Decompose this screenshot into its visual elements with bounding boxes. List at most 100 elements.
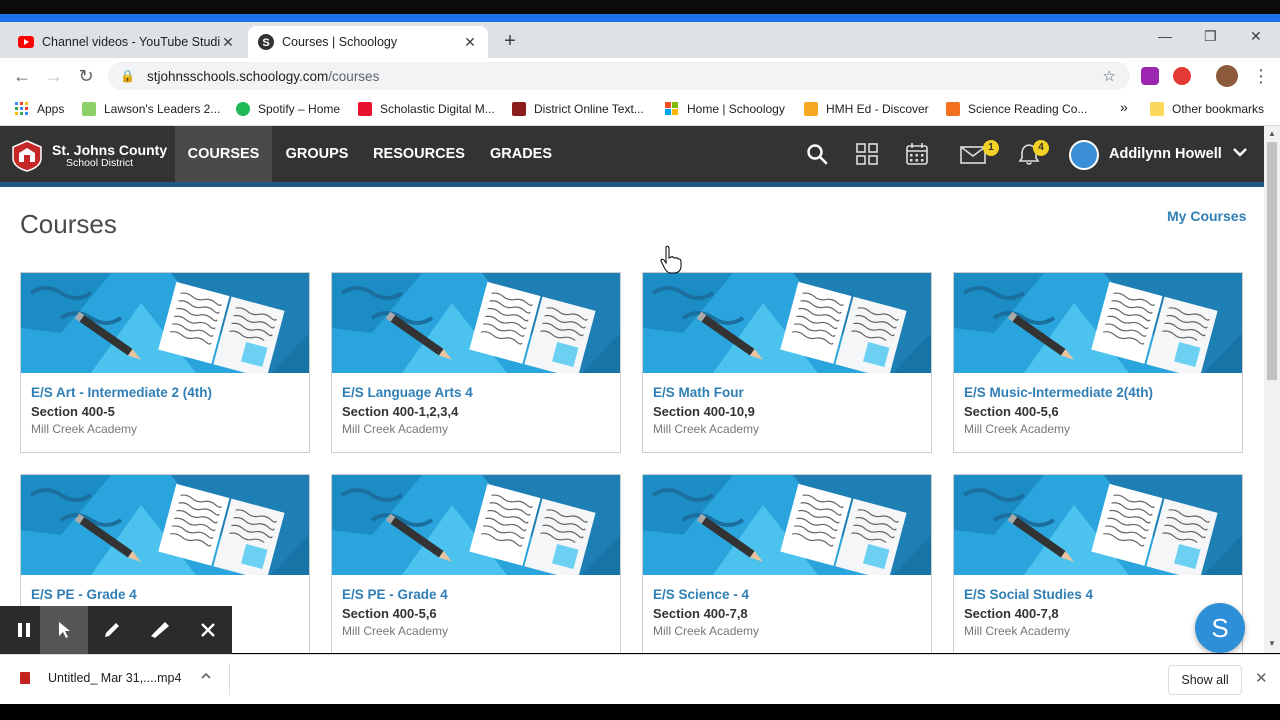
bookmark-label: Home | Schoology — [687, 102, 785, 116]
reload-button[interactable]: ↻ — [75, 65, 97, 87]
course-card-image[interactable] — [643, 475, 931, 575]
bookmark-spotify[interactable]: Spotify – Home — [236, 102, 340, 116]
scrollbar-thumb[interactable] — [1267, 142, 1277, 380]
courses-page: Courses My Courses E/S Art - Intermediat… — [0, 187, 1264, 653]
bookmark-science-reading[interactable]: Science Reading Co... — [946, 102, 1087, 116]
bookmark-apps[interactable]: Apps — [15, 102, 64, 116]
browser-toolbar: ← → ↻ 🔒 stjohnsschools.schoology.com/cou… — [0, 58, 1280, 94]
course-card-image[interactable] — [954, 475, 1242, 575]
bookmarks-overflow-button[interactable]: » — [1120, 99, 1128, 115]
bookmark-district-online[interactable]: District Online Text... — [512, 102, 644, 116]
district-logo[interactable]: St. Johns County School District — [10, 140, 167, 172]
divider — [229, 663, 230, 695]
nav-groups[interactable]: GROUPS — [279, 126, 355, 182]
course-card[interactable]: E/S Language Arts 4 Section 400-1,2,3,4 … — [331, 272, 621, 453]
bookmark-lawsons-leaders[interactable]: Lawson's Leaders 2... — [82, 102, 220, 116]
extension-icon[interactable] — [1173, 67, 1191, 85]
pointer-tool-button[interactable] — [40, 606, 88, 654]
tab-schoology[interactable]: S Courses | Schoology ✕ — [248, 26, 488, 58]
svg-text:S: S — [262, 37, 269, 49]
nav-resources[interactable]: RESOURCES — [367, 126, 471, 182]
top-frame — [0, 0, 1280, 14]
course-section: Section 400-10,9 — [653, 404, 755, 419]
my-courses-link[interactable]: My Courses — [1167, 208, 1246, 224]
downloads-bar: Untitled_ Mar 31,....mp4 Show all ✕ — [0, 654, 1280, 704]
address-bar[interactable]: 🔒 stjohnsschools.schoology.com/courses ☆ — [108, 62, 1130, 90]
district-icon — [512, 102, 526, 116]
youtube-icon — [18, 34, 34, 50]
schoology-icon: S — [258, 34, 274, 50]
search-icon[interactable] — [805, 142, 829, 166]
district-seal-icon — [12, 140, 42, 172]
calendar-icon[interactable] — [905, 142, 929, 166]
highlighter-tool-button[interactable] — [136, 606, 184, 654]
course-name[interactable]: E/S Art - Intermediate 2 (4th) — [31, 385, 212, 400]
minimize-button[interactable]: — — [1158, 28, 1172, 44]
course-card-image[interactable] — [954, 273, 1242, 373]
folder-icon — [1150, 102, 1164, 116]
close-window-button[interactable]: ✕ — [1250, 28, 1262, 45]
course-name[interactable]: E/S Math Four — [653, 385, 744, 400]
course-card[interactable]: E/S Math Four Section 400-10,9 Mill Cree… — [642, 272, 932, 453]
bookmark-star-icon[interactable]: ☆ — [1103, 67, 1116, 85]
extension-icon[interactable] — [1141, 67, 1159, 85]
course-card-image[interactable] — [21, 475, 309, 575]
course-card-image[interactable] — [332, 475, 620, 575]
browser-menu-icon[interactable]: ⋮ — [1250, 65, 1272, 87]
close-tab-icon[interactable]: ✕ — [220, 34, 236, 51]
new-tab-button[interactable]: + — [500, 30, 520, 53]
close-tab-icon[interactable]: ✕ — [462, 34, 478, 51]
chevron-down-icon[interactable] — [1232, 144, 1248, 163]
close-recorder-button[interactable] — [184, 606, 232, 654]
course-name[interactable]: E/S Music-Intermediate 2(4th) — [964, 385, 1153, 400]
tab-title: Courses | Schoology — [282, 35, 398, 49]
course-card-image[interactable] — [643, 273, 931, 373]
bookmark-label: District Online Text... — [534, 102, 644, 116]
scroll-up-arrow[interactable]: ▲ — [1268, 129, 1276, 138]
bookmark-hmh-ed[interactable]: HMH Ed - Discover — [804, 102, 929, 116]
apps-grid-icon — [15, 102, 29, 116]
url-path: /courses — [328, 68, 380, 84]
scholastic-icon — [358, 102, 372, 116]
user-avatar[interactable] — [1069, 140, 1099, 170]
recorder-toolbar — [0, 606, 232, 654]
course-name[interactable]: E/S Science - 4 — [653, 587, 749, 602]
bookmark-home-schoology[interactable]: Home | Schoology — [665, 102, 785, 116]
chevron-up-icon[interactable] — [200, 670, 212, 685]
course-card[interactable]: E/S Science - 4 Section 400-7,8 Mill Cre… — [642, 474, 932, 653]
restore-button[interactable]: ❐ — [1204, 28, 1217, 45]
bookmark-scholastic[interactable]: Scholastic Digital M... — [358, 102, 495, 116]
course-name[interactable]: E/S PE - Grade 4 — [31, 587, 137, 602]
apps-grid-icon[interactable] — [855, 142, 879, 166]
user-name[interactable]: Addilynn Howell — [1109, 146, 1222, 162]
nav-grades[interactable]: GRADES — [483, 126, 559, 182]
course-card-image[interactable] — [21, 273, 309, 373]
course-card[interactable]: E/S Music-Intermediate 2(4th) Section 40… — [953, 272, 1243, 453]
course-name[interactable]: E/S Language Arts 4 — [342, 385, 473, 400]
course-name[interactable]: E/S Social Studies 4 — [964, 587, 1093, 602]
show-all-button[interactable]: Show all — [1168, 665, 1242, 695]
download-item[interactable]: Untitled_ Mar 31,....mp4 — [20, 671, 181, 685]
bookmark-label: Scholastic Digital M... — [380, 102, 495, 116]
chat-bubble-button[interactable]: S — [1195, 603, 1245, 653]
course-school: Mill Creek Academy — [31, 422, 138, 436]
back-button[interactable]: ← — [11, 65, 33, 87]
messages-icon[interactable] — [960, 142, 986, 166]
top-accent-bar — [0, 14, 1280, 22]
close-downloads-icon[interactable]: ✕ — [1255, 669, 1268, 687]
course-card[interactable]: E/S PE - Grade 4 Section 400-5,6 Mill Cr… — [331, 474, 621, 653]
course-card-image[interactable] — [332, 273, 620, 373]
course-card[interactable]: E/S Art - Intermediate 2 (4th) Section 4… — [20, 272, 310, 453]
bookmark-label: Lawson's Leaders 2... — [104, 102, 221, 116]
course-school: Mill Creek Academy — [964, 624, 1071, 638]
pen-tool-button[interactable] — [88, 606, 136, 654]
course-name[interactable]: E/S PE - Grade 4 — [342, 587, 448, 602]
scroll-down-arrow[interactable]: ▼ — [1268, 639, 1276, 648]
logo-line-1: St. Johns County — [52, 142, 168, 158]
page-scrollbar[interactable]: ▲ ▼ — [1264, 126, 1280, 653]
tab-youtube-studio[interactable]: Channel videos - YouTube Studio ✕ — [8, 26, 246, 58]
other-bookmarks[interactable]: Other bookmarks — [1150, 102, 1264, 116]
forward-button[interactable]: → — [43, 65, 65, 87]
profile-avatar[interactable] — [1216, 65, 1238, 87]
nav-courses[interactable]: COURSES — [175, 126, 272, 182]
